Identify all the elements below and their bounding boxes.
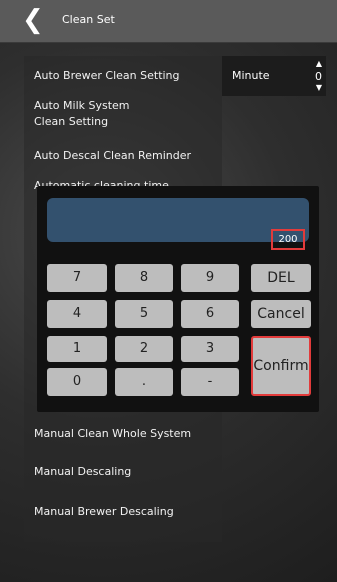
key-2[interactable]: 2	[115, 336, 173, 362]
key-minus[interactable]: -	[181, 368, 239, 396]
setting-manual-brewer-descaling[interactable]: Manual Brewer Descaling	[34, 504, 174, 520]
unit-value-panel: Minute ▲ 0 ▼	[222, 56, 326, 96]
key-1[interactable]: 1	[47, 336, 107, 362]
delete-button[interactable]: DEL	[251, 264, 311, 292]
spin-value: 0	[315, 70, 322, 83]
key-3[interactable]: 3	[181, 336, 239, 362]
key-6[interactable]: 6	[181, 300, 239, 328]
key-5[interactable]: 5	[115, 300, 173, 328]
header-bar: ❮ Clean Set	[0, 0, 337, 43]
key-9[interactable]: 9	[181, 264, 239, 292]
key-0[interactable]: 0	[47, 368, 107, 396]
unit-label: Minute	[232, 69, 270, 82]
key-7[interactable]: 7	[47, 264, 107, 292]
back-icon[interactable]: ❮	[22, 7, 48, 34]
setting-auto-milk-system-clean[interactable]: Auto Milk System Clean Setting	[34, 98, 130, 130]
cancel-button[interactable]: Cancel	[251, 300, 311, 328]
setting-manual-descaling[interactable]: Manual Descaling	[34, 464, 131, 480]
setting-auto-descal-reminder[interactable]: Auto Descal Clean Reminder	[34, 148, 191, 164]
confirm-button[interactable]: Confirm	[251, 336, 311, 396]
page-title: Clean Set	[62, 13, 115, 26]
spin-down-icon[interactable]: ▼	[316, 83, 322, 92]
keypad-display: 200	[47, 198, 309, 250]
setting-auto-brewer-clean[interactable]: Auto Brewer Clean Setting	[34, 68, 180, 84]
key-dot[interactable]: .	[115, 368, 173, 396]
numeric-keypad-dialog: 200 7 8 9 DEL 4 5 6 Cancel 1 2 3 Confirm…	[37, 186, 319, 412]
key-4[interactable]: 4	[47, 300, 107, 328]
spin-up-icon[interactable]: ▲	[316, 59, 322, 68]
setting-manual-clean-whole-system[interactable]: Manual Clean Whole System	[34, 426, 191, 442]
display-value: 200	[271, 229, 305, 250]
key-8[interactable]: 8	[115, 264, 173, 292]
